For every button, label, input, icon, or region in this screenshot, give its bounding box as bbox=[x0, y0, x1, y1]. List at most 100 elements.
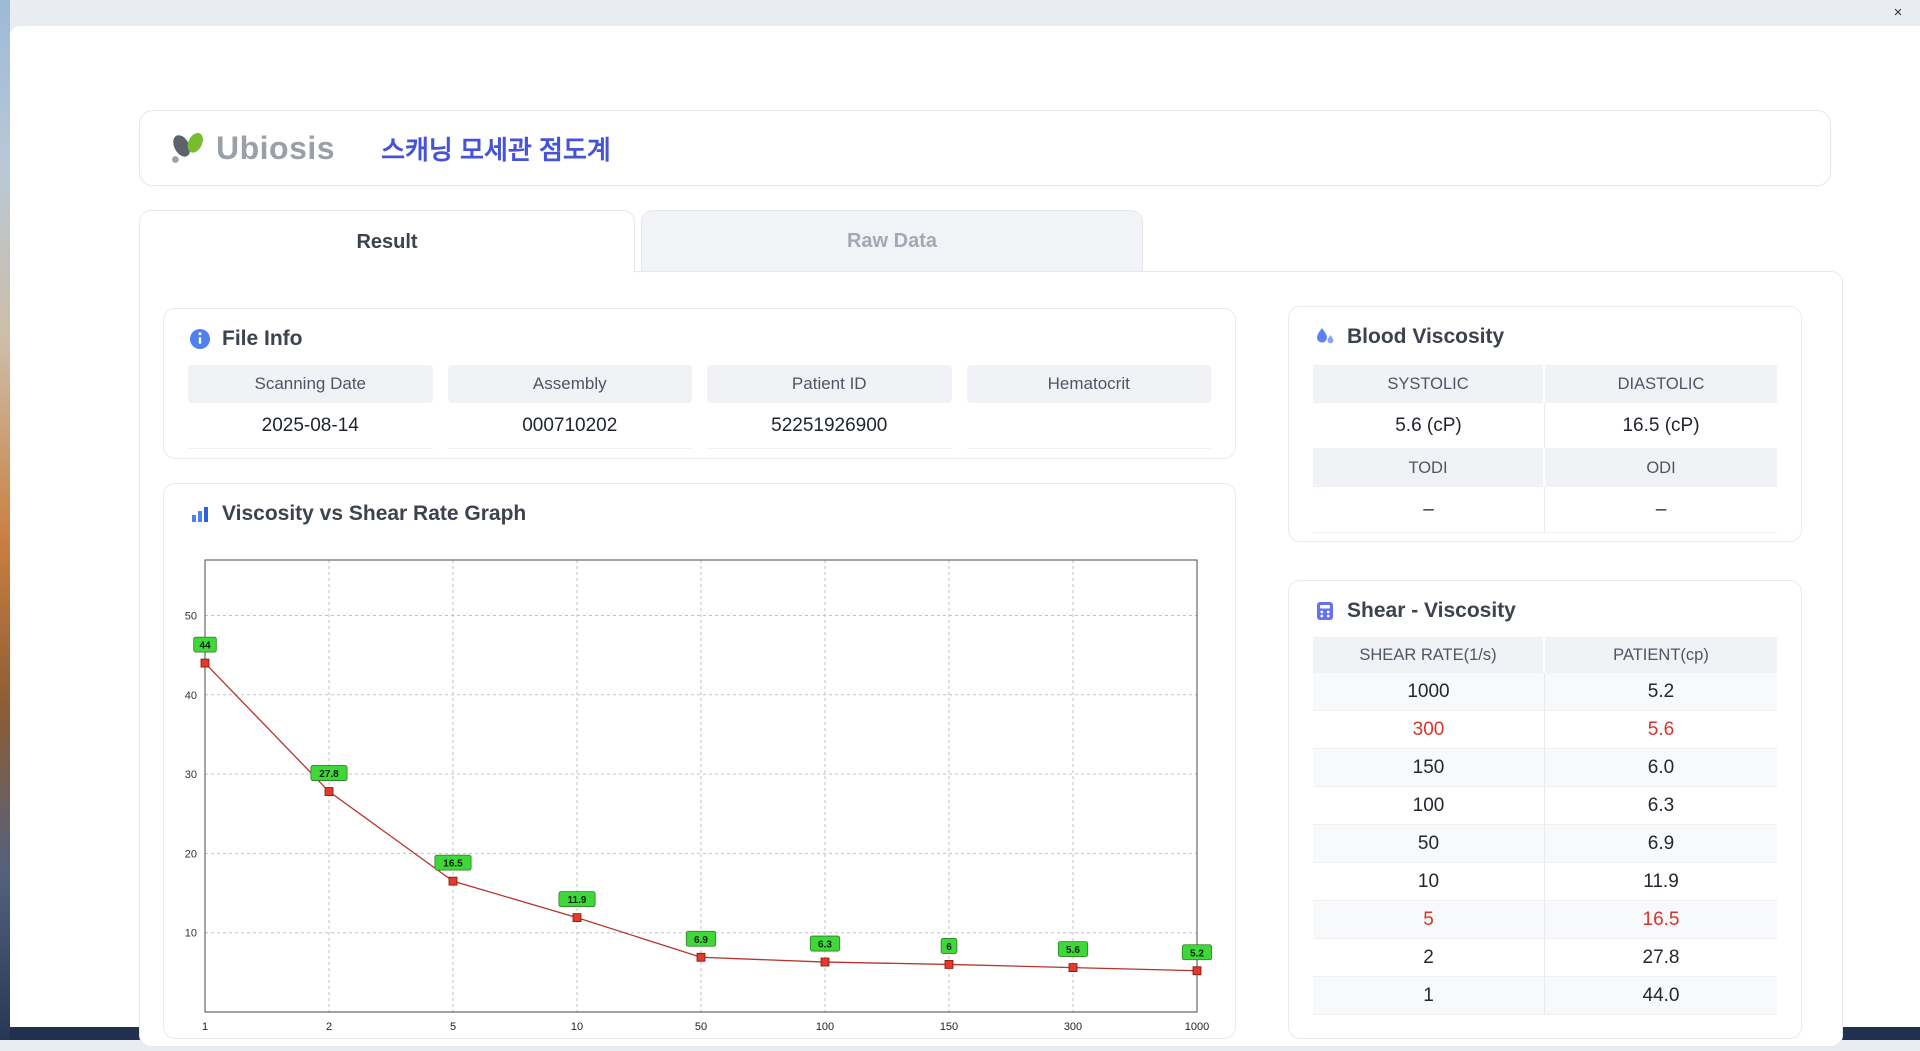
value-cell: 5.2 bbox=[1647, 680, 1675, 702]
field-value: 2025-08-14 bbox=[188, 403, 433, 449]
patient-column-header: PATIENT(cp) bbox=[1613, 645, 1709, 664]
svg-text:2: 2 bbox=[326, 1021, 332, 1033]
info-icon bbox=[190, 329, 210, 349]
rate-cell: 1000 bbox=[1313, 673, 1545, 710]
field-value bbox=[966, 403, 1211, 449]
page-title: 스캐닝 모세관 점도계 bbox=[381, 134, 611, 165]
value-cell: 44.0 bbox=[1642, 984, 1680, 1006]
shear-row: 10 11.9 bbox=[1313, 863, 1777, 901]
graph-title: Viscosity vs Shear Rate Graph bbox=[222, 502, 527, 525]
svg-text:5.6: 5.6 bbox=[1066, 945, 1080, 956]
bar-chart-icon bbox=[192, 507, 208, 522]
svg-text:6: 6 bbox=[946, 942, 952, 953]
ubiosis-logo: Ubiosis bbox=[166, 127, 335, 169]
blood-viscosity-title: Blood Viscosity bbox=[1347, 325, 1505, 348]
shear-rate-column-header: SHEAR RATE(1/s) bbox=[1313, 637, 1545, 673]
field-assembly: Assembly 000710202 bbox=[447, 365, 692, 449]
rate-cell: 5 bbox=[1313, 901, 1545, 938]
viscosity-chart: 10 20 30 40 50 1 2 5 10 50 100 150 300 1000 44 27.8 16.5… bbox=[185, 559, 1213, 1033]
svg-text:1: 1 bbox=[202, 1021, 208, 1033]
field-label: Scanning Date bbox=[188, 365, 433, 403]
close-icon[interactable]: × bbox=[1889, 4, 1907, 22]
rate-cell: 10 bbox=[1313, 863, 1545, 900]
shear-row: 100 6.3 bbox=[1313, 787, 1777, 825]
calculator-icon bbox=[1317, 602, 1333, 620]
field-label: Hematocrit bbox=[966, 365, 1211, 403]
field-patient-id: Patient ID 52251926900 bbox=[707, 365, 952, 449]
todi-label: TODI bbox=[1313, 449, 1545, 487]
diastolic-value: 16.5 (cP) bbox=[1545, 403, 1777, 449]
field-value: 000710202 bbox=[447, 403, 692, 449]
svg-text:1000: 1000 bbox=[1185, 1021, 1209, 1033]
viscosity-graph-card: Viscosity vs Shear Rate Graph 10 20 30 40 50… bbox=[163, 483, 1236, 1039]
svg-text:6.9: 6.9 bbox=[694, 935, 708, 946]
shear-row: 2 27.8 bbox=[1313, 939, 1777, 977]
svg-text:10: 10 bbox=[185, 928, 197, 940]
shear-table: SHEAR RATE(1/s) PATIENT(cp) 1000 5.2 300 5… bbox=[1313, 637, 1777, 1015]
svg-text:11.9: 11.9 bbox=[568, 895, 587, 906]
svg-text:5: 5 bbox=[450, 1021, 456, 1033]
shear-row: 1 44.0 bbox=[1313, 977, 1777, 1015]
value-cell: 16.5 bbox=[1642, 908, 1680, 930]
shear-row: 5 16.5 bbox=[1313, 901, 1777, 939]
tab-result[interactable]: Result bbox=[139, 210, 635, 273]
value-cell: 5.6 bbox=[1647, 718, 1675, 740]
odi-value: – bbox=[1545, 487, 1777, 533]
field-label: Assembly bbox=[447, 365, 692, 403]
field-value: 52251926900 bbox=[707, 403, 952, 449]
result-panel: File Info Scanning Date 2025-08-14 Assem… bbox=[139, 271, 1843, 1047]
rate-cell: 150 bbox=[1313, 749, 1545, 786]
value-cell: 6.0 bbox=[1647, 756, 1675, 778]
app-window: Ubiosis 스캐닝 모세관 점도계 Result Raw Data File… bbox=[10, 26, 1920, 1047]
logo-text: Ubiosis bbox=[216, 129, 336, 166]
svg-text:30: 30 bbox=[185, 769, 197, 781]
shear-viscosity-title: Shear - Viscosity bbox=[1347, 599, 1516, 622]
value-cell: 6.3 bbox=[1647, 794, 1675, 816]
svg-text:20: 20 bbox=[185, 848, 197, 860]
rate-cell: 100 bbox=[1313, 787, 1545, 824]
droplet-icon bbox=[1317, 328, 1334, 344]
rate-cell: 2 bbox=[1313, 939, 1545, 976]
blood-viscosity-card: Blood Viscosity SYSTOLIC DIASTOLIC 5.6 (… bbox=[1288, 306, 1802, 542]
tab-raw-data-label: Raw Data bbox=[846, 229, 938, 252]
rate-cell: 1 bbox=[1313, 977, 1545, 1014]
rate-cell: 50 bbox=[1313, 825, 1545, 862]
svg-text:300: 300 bbox=[1064, 1021, 1082, 1033]
svg-text:150: 150 bbox=[940, 1021, 958, 1033]
shear-viscosity-card: Shear - Viscosity SHEAR RATE(1/s) PATIEN… bbox=[1288, 580, 1802, 1039]
shear-row: 300 5.6 bbox=[1313, 711, 1777, 749]
systolic-label: SYSTOLIC bbox=[1313, 365, 1545, 403]
shear-row: 1000 5.2 bbox=[1313, 673, 1777, 711]
field-scanning-date: Scanning Date 2025-08-14 bbox=[188, 365, 433, 449]
shear-table-header: SHEAR RATE(1/s) PATIENT(cp) bbox=[1313, 637, 1777, 673]
shear-row: 150 6.0 bbox=[1313, 749, 1777, 787]
svg-text:16.5: 16.5 bbox=[443, 859, 463, 870]
value-cell: 11.9 bbox=[1643, 870, 1679, 892]
systolic-value: 5.6 (cP) bbox=[1313, 403, 1545, 449]
todi-value: – bbox=[1313, 487, 1545, 533]
svg-text:6.3: 6.3 bbox=[818, 940, 832, 951]
field-label: Patient ID bbox=[707, 365, 952, 403]
shear-row: 50 6.9 bbox=[1313, 825, 1777, 863]
file-info-title: File Info bbox=[222, 327, 303, 350]
desktop-background-strip bbox=[0, 0, 10, 1040]
odi-label: ODI bbox=[1545, 449, 1777, 487]
svg-text:10: 10 bbox=[571, 1021, 583, 1033]
tab-raw-data[interactable]: Raw Data bbox=[641, 210, 1143, 271]
file-info-card: File Info Scanning Date 2025-08-14 Assem… bbox=[163, 308, 1236, 459]
value-cell: 6.9 bbox=[1647, 832, 1675, 854]
value-cell: 27.8 bbox=[1642, 946, 1680, 968]
rate-cell: 300 bbox=[1313, 711, 1545, 748]
svg-text:27.8: 27.8 bbox=[319, 769, 339, 780]
svg-text:44: 44 bbox=[199, 641, 211, 652]
header: Ubiosis 스캐닝 모세관 점도계 bbox=[139, 110, 1831, 186]
svg-text:100: 100 bbox=[816, 1021, 834, 1033]
svg-text:50: 50 bbox=[695, 1021, 707, 1033]
diastolic-label: DIASTOLIC bbox=[1545, 365, 1777, 403]
svg-text:5.2: 5.2 bbox=[1190, 948, 1204, 959]
svg-text:50: 50 bbox=[185, 611, 197, 623]
tab-result-label: Result bbox=[356, 230, 418, 253]
svg-text:40: 40 bbox=[185, 690, 197, 702]
leaf-icon bbox=[172, 132, 203, 163]
field-hematocrit: Hematocrit bbox=[966, 365, 1211, 449]
